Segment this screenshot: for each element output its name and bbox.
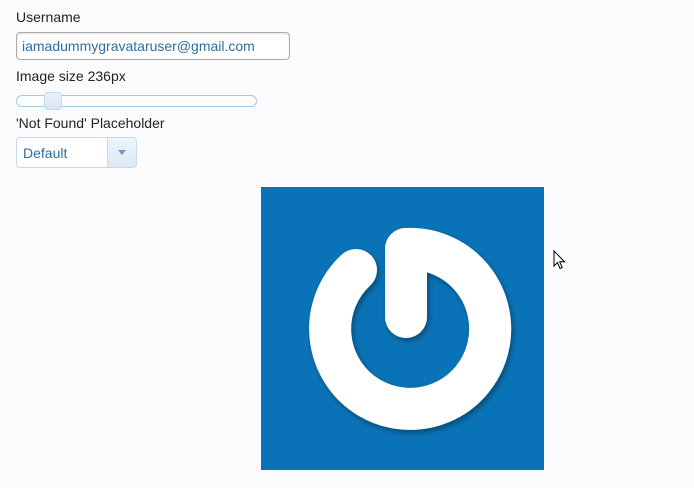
chevron-down-icon — [118, 150, 126, 155]
select-dropdown-button[interactable] — [107, 138, 136, 167]
placeholder-select-value: Default — [23, 145, 68, 161]
placeholder-label: 'Not Found' Placeholder — [16, 115, 165, 131]
image-size-label: Image size 236px — [16, 68, 126, 84]
gravatar-form-page: Username Image size 236px 'Not Found' Pl… — [0, 0, 694, 488]
image-size-slider[interactable] — [16, 92, 257, 110]
gravatar-logo-icon — [309, 227, 512, 430]
username-input[interactable] — [16, 32, 290, 60]
slider-handle[interactable] — [44, 92, 62, 110]
mouse-pointer-icon — [553, 250, 566, 270]
placeholder-select[interactable]: Default — [16, 137, 137, 168]
avatar-image — [261, 187, 544, 470]
username-label: Username — [16, 9, 81, 25]
